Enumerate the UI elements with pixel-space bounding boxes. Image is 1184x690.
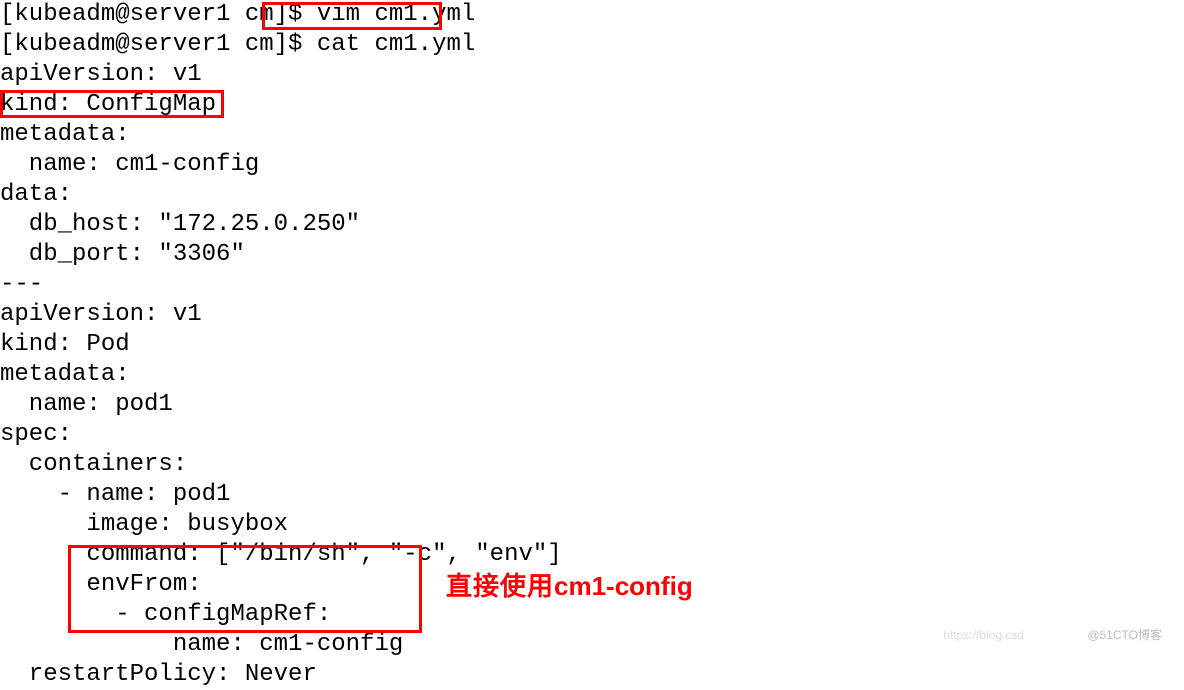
yaml-line: - name: pod1 — [0, 481, 230, 508]
annotation-label: 直接使用cm1-config — [446, 570, 693, 603]
yaml-line: db_host: "172.25.0.250" — [0, 211, 360, 238]
watermark-51cto: @51CTO博客 — [1087, 628, 1162, 643]
yaml-separator: --- — [0, 271, 43, 298]
yaml-line-kind: kind: ConfigMap — [0, 91, 216, 118]
yaml-line: spec: — [0, 421, 72, 448]
yaml-line: name: pod1 — [0, 391, 173, 418]
prompt-line-2: [kubeadm@server1 cm]$ cat cm1.yml — [0, 31, 475, 58]
yaml-line: command: ["/bin/sh", "-c", "env"] — [0, 541, 562, 568]
yaml-line: data: — [0, 181, 72, 208]
yaml-line: image: busybox — [0, 511, 288, 538]
yaml-line-cmname: name: cm1-config — [0, 631, 403, 658]
yaml-line-configmapref: - configMapRef: — [0, 601, 331, 628]
yaml-line-envfrom: envFrom: — [0, 571, 202, 598]
yaml-line: metadata: — [0, 121, 130, 148]
yaml-line: metadata: — [0, 361, 130, 388]
yaml-line: apiVersion: v1 — [0, 301, 202, 328]
yaml-line: containers: — [0, 451, 187, 478]
watermark-blog: https://blog.csd — [943, 628, 1024, 643]
yaml-line: kind: Pod — [0, 331, 130, 358]
yaml-line: name: cm1-config — [0, 151, 259, 178]
annotation-en: cm1-config — [554, 571, 693, 601]
yaml-line: db_port: "3306" — [0, 241, 245, 268]
annotation-cn: 直接使用 — [446, 571, 554, 601]
yaml-line: restartPolicy: Never — [0, 661, 317, 688]
prompt-line-1: [kubeadm@server1 cm]$ vim cm1.yml — [0, 1, 475, 28]
yaml-line: apiVersion: v1 — [0, 61, 202, 88]
